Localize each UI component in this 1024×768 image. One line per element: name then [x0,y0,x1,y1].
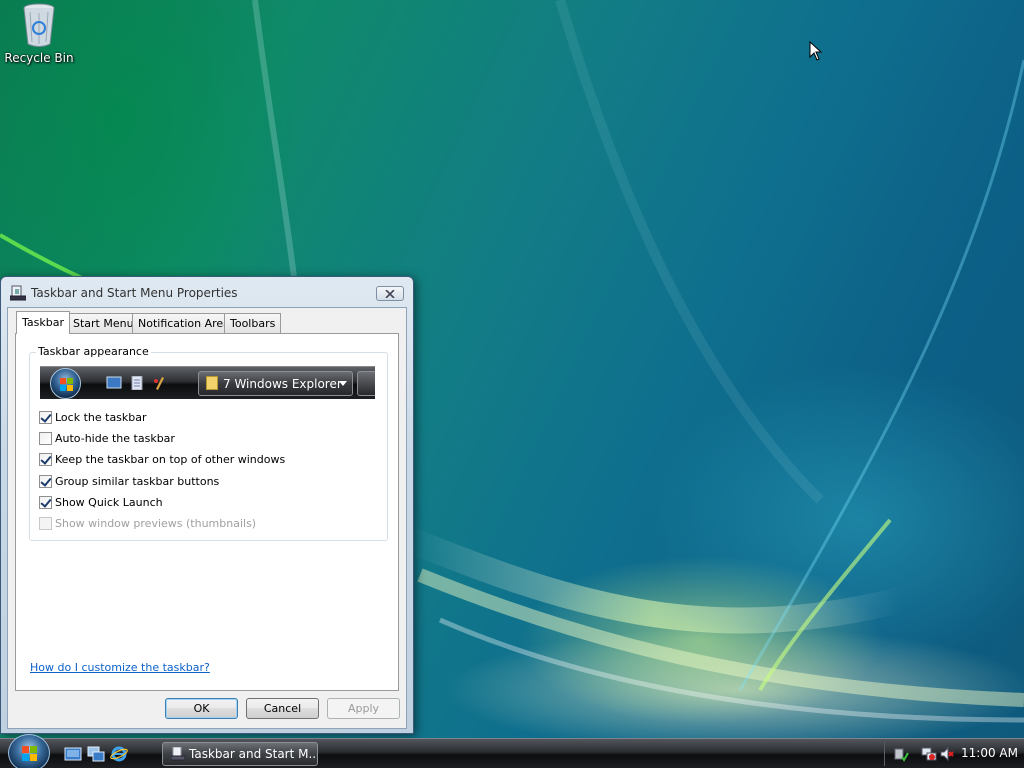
system-clock[interactable]: 11:00 AM [961,746,1018,760]
apply-button: Apply [327,698,400,719]
recycle-bin-shortcut[interactable]: Recycle Bin [4,2,74,65]
notepad-icon [131,376,143,390]
tab-toolbars[interactable]: Toolbars [224,313,282,333]
window-previews-checkbox [39,517,52,530]
safely-remove-icon[interactable] [893,746,909,762]
dialog-title: Taskbar and Start Menu Properties [31,286,238,300]
taskbar-tab-panel: Taskbar appearance 7 Windows Explorer Lo… [15,333,399,691]
taskbar-properties-icon [171,747,185,761]
option-label: Keep the taskbar on top of other windows [55,453,286,466]
taskbar-appearance-group: Taskbar appearance 7 Windows Explorer Lo… [29,345,388,541]
tab-taskbar[interactable]: Taskbar [16,311,70,334]
windows-logo-icon [22,746,37,761]
switch-windows-icon[interactable] [87,746,105,762]
taskbar: Taskbar and Start M... 11:00 AM [0,734,1024,768]
keep-on-top-checkbox[interactable] [39,453,52,466]
option-label: Group similar taskbar buttons [55,475,220,488]
taskbar-window-label: Taskbar and Start M... [189,747,318,761]
quick-launch-option[interactable]: Show Quick Launch [39,495,163,510]
cancel-button[interactable]: Cancel [246,698,319,719]
help-link[interactable]: How do I customize the taskbar? [30,661,210,674]
volume-muted-icon[interactable] [939,746,955,762]
lock-taskbar-checkbox[interactable] [39,411,52,424]
start-orb-icon [50,368,81,399]
chevron-down-icon [339,381,347,386]
taskbar-preview-image: 7 Windows Explorer [40,366,375,399]
show-desktop-icon[interactable] [64,746,82,762]
mouse-cursor-icon [809,41,823,61]
lock-taskbar-option[interactable]: Lock the taskbar [39,410,147,425]
taskbar-properties-icon [10,285,26,301]
option-label: Auto-hide the taskbar [55,432,175,445]
folder-icon [206,376,218,390]
taskbar-properties-dialog: Taskbar and Start Menu Properties Taskba… [0,276,414,734]
group-buttons-checkbox[interactable] [39,475,52,488]
keep-on-top-option[interactable]: Keep the taskbar on top of other windows [39,452,285,467]
tab-start-menu[interactable]: Start Menu [67,313,140,333]
dialog-titlebar[interactable]: Taskbar and Start Menu Properties [1,277,413,307]
option-label: Show Quick Launch [55,496,163,509]
preview-task-label: 7 Windows Explorer [223,377,342,391]
quick-launch-checkbox[interactable] [39,496,52,509]
ok-button[interactable]: OK [165,698,238,719]
tab-notification-area[interactable]: Notification Area [132,313,236,333]
preview-task-button: 7 Windows Explorer [198,371,353,396]
group-buttons-option[interactable]: Group similar taskbar buttons [39,474,219,489]
preview-next-task [357,371,375,396]
close-button[interactable] [376,286,404,301]
recycle-bin-icon [21,2,57,48]
close-icon [385,289,395,298]
network-icon[interactable] [921,746,937,762]
paint-icon [154,377,164,390]
auto-hide-checkbox[interactable] [39,432,52,445]
dialog-client-area: Taskbar Start Menu Notification Area Too… [7,307,407,729]
start-button[interactable] [8,734,50,768]
taskbar-window-button[interactable]: Taskbar and Start M... [162,742,318,766]
group-title: Taskbar appearance [36,345,151,358]
window-previews-option: Show window previews (thumbnails) [39,516,256,531]
recycle-bin-label: Recycle Bin [4,51,74,65]
show-desktop-icon [106,376,122,389]
option-label: Lock the taskbar [55,411,147,424]
internet-explorer-icon[interactable] [110,746,128,762]
tray-separator [884,742,885,766]
option-label: Show window previews (thumbnails) [55,517,257,530]
auto-hide-option[interactable]: Auto-hide the taskbar [39,431,175,446]
